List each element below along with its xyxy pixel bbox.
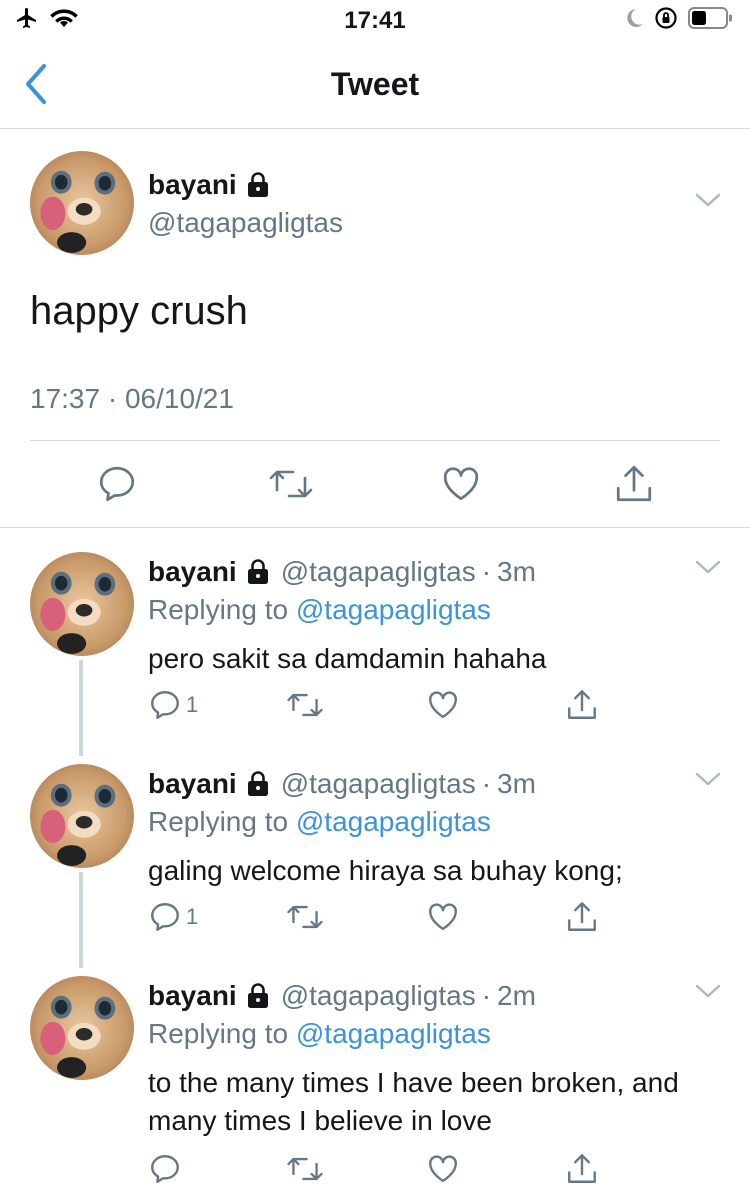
like-icon: [440, 463, 482, 505]
retweet-icon: [268, 463, 314, 505]
lock-icon: [245, 559, 271, 585]
mention-link[interactable]: @tagapagligtas: [296, 806, 491, 837]
like-icon: [426, 1152, 460, 1186]
mention-link[interactable]: @tagapagligtas: [296, 1018, 491, 1049]
tweet-actions: [148, 1152, 618, 1188]
separator-dot: ·: [481, 980, 492, 1011]
like-icon: [426, 900, 460, 934]
reply-count: 1: [186, 692, 199, 717]
retweet-icon: [286, 900, 324, 934]
replying-to: Replying to @tagapagligtas: [148, 1018, 491, 1050]
reply-time: 2m: [497, 980, 536, 1011]
replying-to: Replying to @tagapagligtas: [148, 594, 491, 626]
share-button[interactable]: [564, 900, 600, 934]
like-icon: [426, 688, 460, 722]
replying-to: Replying to @tagapagligtas: [148, 806, 491, 838]
share-icon: [564, 900, 600, 934]
orientation-lock-icon: [654, 6, 678, 30]
separator-dot: ·: [481, 556, 492, 587]
reply-icon: [148, 900, 182, 934]
avatar[interactable]: [30, 552, 134, 656]
share-icon: [612, 463, 656, 505]
reply-tweet[interactable]: bayani @tagapagligtas · 2m Replying to @…: [0, 976, 750, 1200]
reply-header: bayani @tagapagligtas · 2m: [148, 980, 536, 1012]
chevron-down-icon: [694, 191, 722, 209]
chevron-down-icon: [694, 558, 722, 576]
retweet-icon: [286, 688, 324, 722]
lock-icon: [245, 172, 271, 198]
reply-button[interactable]: 1: [148, 688, 198, 722]
like-button[interactable]: [426, 688, 460, 722]
tweet-options-button[interactable]: [694, 770, 722, 788]
tweet-actions: 1: [148, 688, 618, 724]
lock-icon: [245, 983, 271, 1009]
tweet-text: galing welcome hiraya sa buhay kong;: [148, 855, 623, 886]
battery-icon: [688, 6, 734, 30]
reply-button[interactable]: 1: [148, 900, 198, 934]
chevron-down-icon: [694, 770, 722, 788]
share-icon: [564, 688, 600, 722]
share-icon: [564, 1152, 600, 1186]
reply-header: bayani @tagapagligtas · 3m: [148, 768, 536, 800]
replying-to-label: Replying to: [148, 594, 289, 625]
status-bar: 17:41: [0, 0, 750, 40]
tweet-timestamp: 17:37 · 06/10/21: [30, 383, 234, 414]
retweet-icon: [286, 1152, 324, 1186]
retweet-button[interactable]: [268, 463, 314, 505]
username-handle: @tagapagligtas: [280, 556, 476, 587]
chevron-down-icon: [694, 982, 722, 1000]
replying-to-label: Replying to: [148, 806, 289, 837]
tweet-actions: 1: [148, 900, 618, 936]
share-button[interactable]: [564, 1152, 600, 1186]
display-name: bayani: [148, 556, 237, 587]
tweet-options-button[interactable]: [694, 982, 722, 1000]
reply-tweet[interactable]: bayani @tagapagligtas · 3m Replying to @…: [0, 552, 750, 732]
display-name: bayani: [148, 169, 271, 201]
reply-count: 1: [186, 904, 199, 929]
replying-to-label: Replying to: [148, 1018, 289, 1049]
tweet-options-button[interactable]: [694, 558, 722, 576]
display-name-text: bayani: [148, 169, 237, 200]
tweet-text: to the many times I have been broken, an…: [148, 1067, 679, 1136]
divider: [30, 440, 720, 441]
username-handle: @tagapagligtas: [280, 980, 476, 1011]
avatar[interactable]: [30, 151, 134, 255]
tweet-options-button[interactable]: [694, 191, 722, 209]
retweet-button[interactable]: [286, 688, 324, 722]
avatar[interactable]: [30, 976, 134, 1080]
tweet-text: happy crush: [30, 289, 248, 333]
page-title: Tweet: [330, 66, 420, 102]
avatar[interactable]: [30, 764, 134, 868]
reply-time: 3m: [497, 556, 536, 587]
reply-button[interactable]: [96, 463, 138, 505]
share-button[interactable]: [564, 688, 600, 722]
main-tweet: bayani @tagapagligtas happy crush 17:37 …: [0, 129, 750, 528]
reply-button[interactable]: [148, 1152, 186, 1186]
lock-icon: [245, 771, 271, 797]
tweet-text: pero sakit sa damdamin hahaha: [148, 643, 547, 674]
share-button[interactable]: [612, 463, 656, 505]
reply-tweet[interactable]: bayani @tagapagligtas · 3m Replying to @…: [0, 764, 750, 944]
username-handle: @tagapagligtas: [148, 207, 344, 238]
tweet-actions: [0, 463, 750, 507]
like-button[interactable]: [426, 900, 460, 934]
reply-icon: [148, 688, 182, 722]
separator-dot: ·: [481, 768, 492, 799]
mention-link[interactable]: @tagapagligtas: [296, 594, 491, 625]
username-handle: @tagapagligtas: [280, 768, 476, 799]
retweet-button[interactable]: [286, 1152, 324, 1186]
reply-time: 3m: [497, 768, 536, 799]
display-name: bayani: [148, 980, 237, 1011]
like-button[interactable]: [440, 463, 482, 505]
display-name: bayani: [148, 768, 237, 799]
nav-bar: Tweet: [0, 40, 750, 129]
reply-header: bayani @tagapagligtas · 3m: [148, 556, 536, 588]
reply-icon: [96, 463, 138, 505]
retweet-button[interactable]: [286, 900, 324, 934]
moon-icon: [624, 7, 644, 29]
like-button[interactable]: [426, 1152, 460, 1186]
reply-icon: [148, 1152, 182, 1186]
